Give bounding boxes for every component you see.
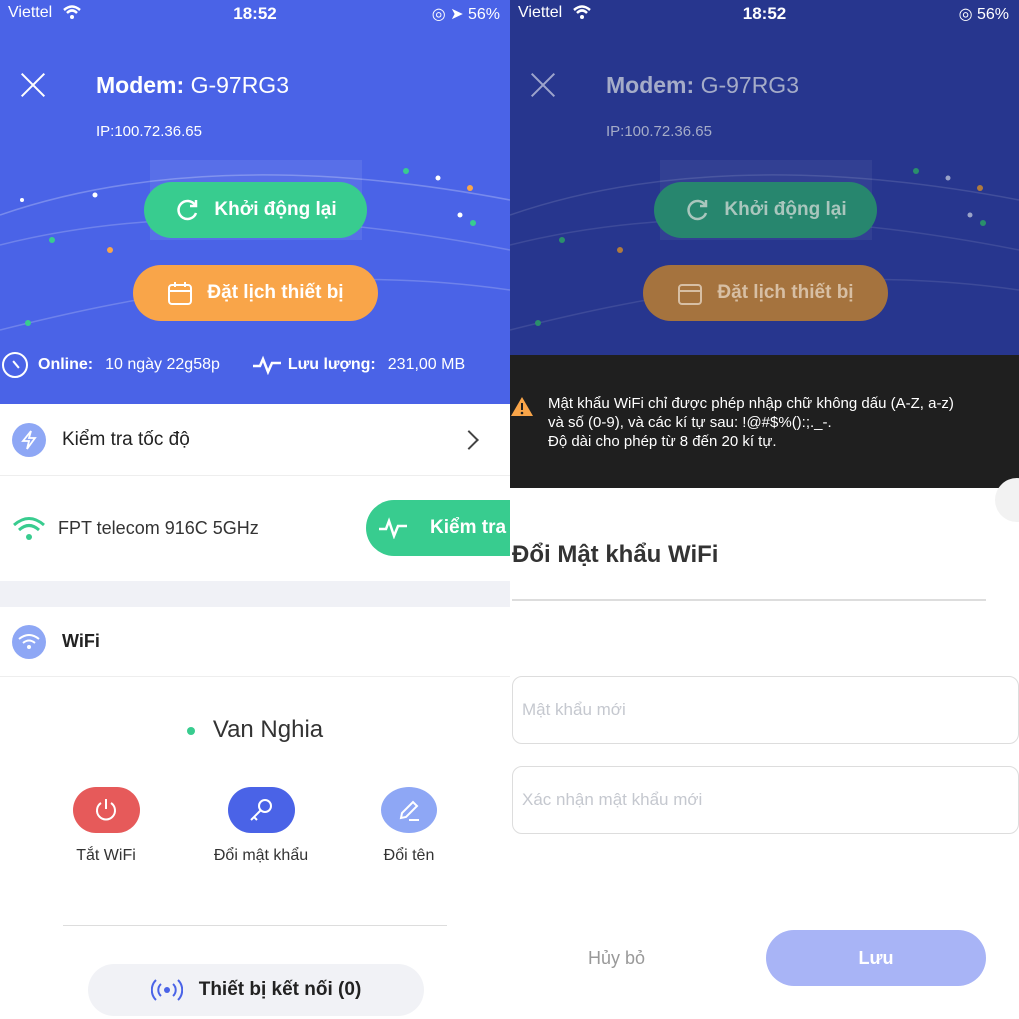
warning-line-2: và số (0-9), và các kí tự sau: !@#$%():;…: [548, 414, 832, 431]
wifi-icon: [13, 516, 45, 540]
schedule-label: Đặt lịch thiết bị: [207, 282, 344, 303]
modem-ip: IP:100.72.36.65: [606, 123, 712, 140]
close-icon: [530, 72, 556, 98]
divider: [63, 925, 447, 926]
online-label: Online:: [38, 356, 94, 373]
sheet-title: Đổi Mật khẩu WiFi: [512, 541, 719, 568]
speed-test-row[interactable]: Kiểm tra tốc độ: [0, 404, 510, 476]
wifi-section-title: WiFi: [62, 631, 100, 651]
status-bar: Viettel 18:52 ◎ 56%: [510, 0, 1019, 26]
restart-button[interactable]: Khởi động lại: [144, 182, 367, 238]
warning-line-1: Mật khẩu WiFi chỉ được phép nhập chữ khô…: [548, 395, 954, 412]
rename-button[interactable]: Đổi tên: [349, 787, 469, 865]
key-icon: [227, 787, 295, 833]
turn-off-wifi-label: Tắt WiFi: [76, 847, 136, 864]
rename-label: Đổi tên: [383, 847, 435, 864]
online-value: 10 ngày 22g58p: [105, 356, 220, 373]
restart-label: Khởi động lại: [214, 199, 337, 220]
network-name: FPT telecom 916C 5GHz: [58, 518, 259, 538]
wifi-circle-icon: [12, 624, 46, 659]
traffic-label: Lưu lượng:: [287, 356, 376, 373]
dimmed-header-panel: Viettel 18:52 ◎ 56% Modem: G-97RG3 IP:10…: [510, 0, 1019, 360]
restart-button: Khởi động lại: [654, 182, 877, 238]
traffic-value: 231,00 MB: [387, 356, 466, 373]
change-password-sheet: Đổi Mật khẩu WiFi Mật khẩu mới Xác nhận …: [510, 478, 1019, 1019]
lightning-icon: [12, 422, 46, 457]
change-password-screen: Viettel 18:52 ◎ 56% Modem: G-97RG3 IP:10…: [510, 0, 1019, 1019]
title-underline: [512, 599, 986, 601]
save-button[interactable]: Lưu: [766, 930, 986, 986]
close-icon[interactable]: [20, 72, 46, 98]
change-password-button[interactable]: Đổi mật khẩu: [201, 787, 321, 865]
power-icon: [72, 787, 140, 833]
run-test-label: Kiểm tra: [430, 517, 507, 538]
broadcast-icon: [150, 979, 183, 1001]
modem-title: Modem: G-97RG3: [606, 72, 799, 98]
section-gap: [0, 581, 510, 607]
network-row: FPT telecom 916C 5GHz Kiểm tra: [0, 477, 510, 580]
new-password-field[interactable]: Mật khẩu mới: [512, 676, 1019, 744]
battery-level: ◎ ➤ 56%: [431, 6, 500, 23]
speed-test-title: Kiểm tra tốc độ: [62, 428, 190, 450]
schedule-button: Đặt lịch thiết bị: [643, 265, 888, 321]
cancel-button[interactable]: Hủy bỏ: [588, 948, 645, 969]
refresh-icon: [177, 199, 198, 221]
header-panel: Viettel 18:52 ◎ ➤ 56% Modem: G-97RG3 IP:…: [0, 0, 510, 404]
password-rule-warning: Mật khẩu WiFi chỉ được phép nhập chữ khô…: [510, 355, 1019, 488]
turn-off-wifi-button[interactable]: Tắt WiFi: [46, 787, 166, 865]
new-password-placeholder: Mật khẩu mới: [522, 700, 626, 719]
pulse-icon: [379, 517, 407, 539]
change-password-label: Đổi mật khẩu: [213, 847, 309, 864]
calendar-icon: [678, 284, 703, 305]
battery-level: ◎ 56%: [958, 6, 1009, 23]
warning-line-3: Độ dài cho phép từ 8 đến 20 kí tự.: [548, 433, 777, 450]
clock: 18:52: [742, 4, 787, 23]
wifi-section-header: WiFi: [0, 607, 510, 677]
confirm-password-field[interactable]: Xác nhận mật khẩu mới: [512, 766, 1019, 834]
chevron-right-icon: [459, 429, 479, 450]
ssid-label: Van Nghia: [0, 716, 510, 744]
pulse-icon: [252, 355, 281, 375]
edit-icon: [381, 787, 437, 833]
calendar-icon: [168, 282, 193, 305]
wifi-detail-screen: Viettel 18:52 ◎ ➤ 56% Modem: G-97RG3 IP:…: [0, 0, 510, 1019]
schedule-button[interactable]: Đặt lịch thiết bị: [133, 265, 378, 321]
connected-devices-label: Thiết bị kết nối (0): [198, 979, 362, 1000]
status-bar: Viettel 18:52 ◎ ➤ 56%: [0, 0, 510, 26]
modem-title: Modem: G-97RG3: [96, 72, 289, 98]
online-dot: [186, 726, 195, 735]
run-test-button[interactable]: Kiểm tra: [366, 500, 510, 556]
gauge-icon: [2, 352, 28, 378]
confirm-password-placeholder: Xác nhận mật khẩu mới: [522, 790, 703, 809]
connected-devices-button[interactable]: Thiết bị kết nối (0): [88, 964, 424, 1016]
stats-bar: Online: 10 ngày 22g58p Lưu lượng: 231,00…: [0, 346, 510, 384]
warning-icon: [511, 397, 533, 416]
refresh-icon: [687, 199, 708, 221]
modem-ip: IP:100.72.36.65: [96, 123, 202, 140]
